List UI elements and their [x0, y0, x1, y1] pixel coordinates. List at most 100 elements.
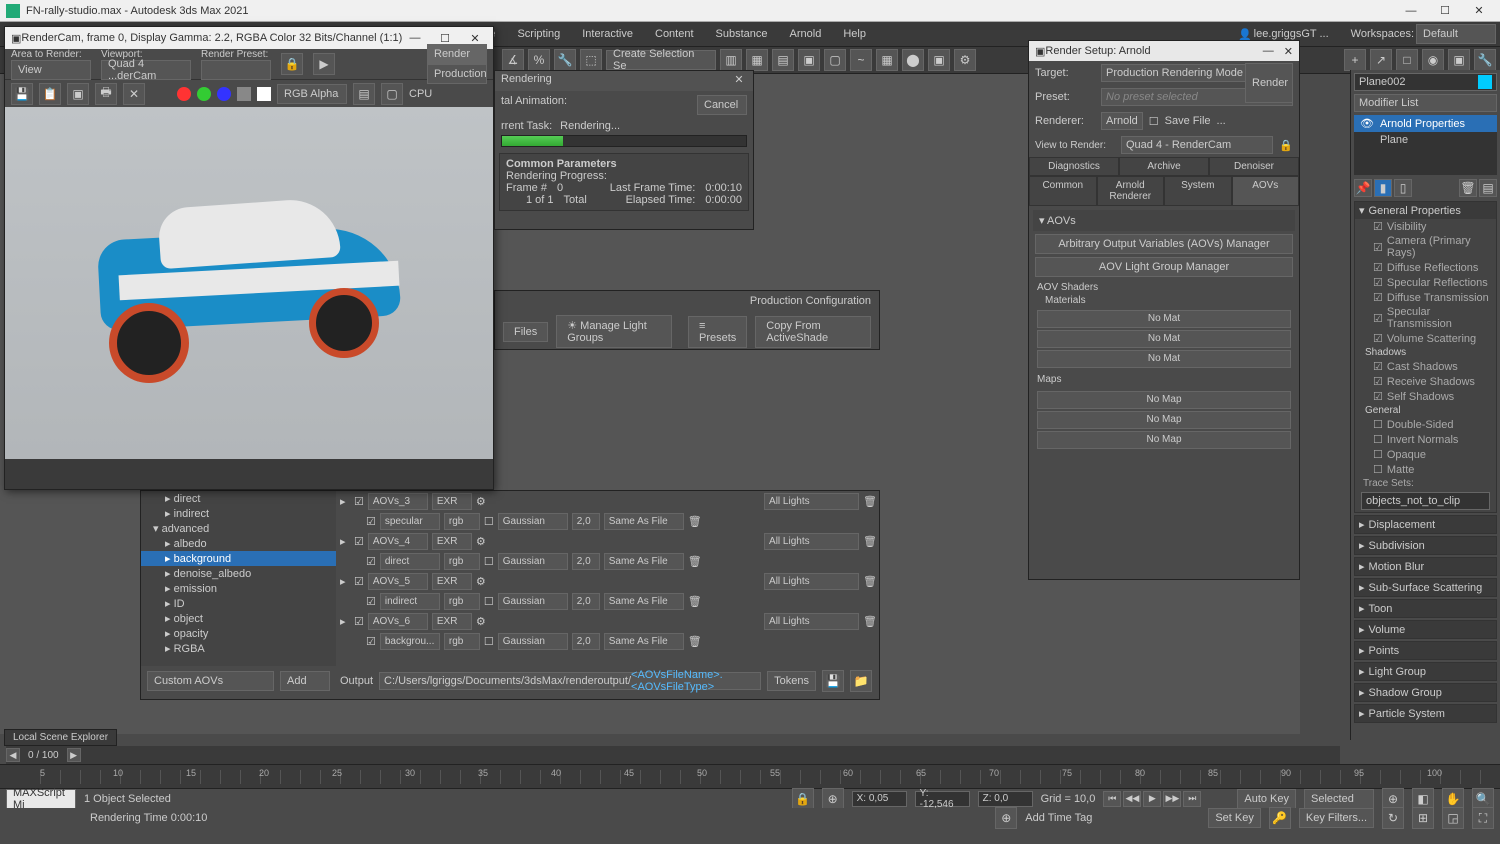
slider-prev[interactable]: ◀: [6, 748, 20, 762]
add-aov-btn[interactable]: Add: [280, 671, 330, 691]
timeline[interactable]: 5101520253035404550556065707580859095100: [0, 764, 1500, 788]
close-button[interactable]: ✕: [1464, 2, 1494, 20]
lock-icon[interactable]: 🔒: [281, 53, 303, 75]
channel-icon[interactable]: ▤: [353, 83, 375, 105]
align-icon[interactable]: ▦: [746, 49, 768, 71]
region-icon[interactable]: ▢: [381, 83, 403, 105]
angle-icon[interactable]: ∡: [502, 49, 524, 71]
copy-icon[interactable]: 📋: [39, 83, 61, 105]
rf-max[interactable]: ☐: [433, 32, 457, 45]
modifier-stack[interactable]: 👁Arnold Properties Plane: [1354, 115, 1497, 175]
menu-substance[interactable]: Substance: [706, 26, 778, 42]
r-points[interactable]: ▸ Points: [1355, 642, 1496, 659]
keyfilters-btn[interactable]: Key Filters...: [1299, 808, 1374, 828]
coord-x[interactable]: X: 0,05: [852, 791, 907, 807]
mono-dot[interactable]: [257, 87, 271, 101]
print-icon[interactable]: 🖶: [95, 83, 117, 105]
pin-icon[interactable]: 📌: [1354, 179, 1372, 197]
g-spec[interactable]: specular: [380, 513, 440, 530]
rf-render-icon[interactable]: ▶: [313, 53, 335, 75]
remove-icon[interactable]: 🗑: [1459, 179, 1477, 197]
rp-close[interactable]: ✕: [731, 73, 747, 89]
output-path[interactable]: C:/Users/lgriggs/Documents/3dsMax/render…: [379, 672, 761, 690]
rs-min[interactable]: —: [1263, 45, 1274, 57]
clear-icon[interactable]: ✕: [123, 83, 145, 105]
menu-arnold[interactable]: Arnold: [780, 26, 832, 42]
display-tab-icon[interactable]: ▣: [1448, 49, 1470, 71]
clone-icon[interactable]: ▣: [67, 83, 89, 105]
tab-common[interactable]: Common: [1029, 176, 1097, 206]
curve-icon[interactable]: ~: [850, 49, 872, 71]
viewport-dropdown[interactable]: Quad 4 ...derCam: [101, 60, 191, 80]
tab-denoiser[interactable]: Denoiser: [1209, 157, 1299, 176]
mat-slot-2[interactable]: No Mat: [1037, 330, 1291, 348]
modify-tab-icon[interactable]: ↗: [1370, 49, 1392, 71]
mirror-icon[interactable]: ▥: [720, 49, 742, 71]
nav5-icon[interactable]: ↻: [1382, 807, 1404, 829]
modlist-dropdown[interactable]: Modifier List: [1359, 97, 1418, 109]
savefile-btn[interactable]: ...: [1217, 115, 1226, 127]
red-dot[interactable]: [177, 87, 191, 101]
custom-aovs-btn[interactable]: Custom AOVs: [147, 671, 274, 691]
render-icon[interactable]: ▣: [928, 49, 950, 71]
coord-z[interactable]: Z: 0,0: [978, 791, 1033, 807]
local-scene-explorer[interactable]: Local Scene Explorer: [4, 729, 117, 746]
stack-plane[interactable]: Plane: [1380, 134, 1408, 146]
rs-render-button[interactable]: Render: [1245, 63, 1293, 103]
render-button[interactable]: Render: [427, 44, 487, 64]
tool-icon[interactable]: ▣: [798, 49, 820, 71]
mlg-btn[interactable]: ☀ Manage Light Groups: [556, 315, 672, 348]
tab-archive[interactable]: Archive: [1119, 157, 1209, 176]
snap-icon[interactable]: ⬚: [580, 49, 602, 71]
rf-min[interactable]: —: [403, 32, 427, 45]
autokey-btn[interactable]: Auto Key: [1237, 789, 1296, 809]
cancel-button[interactable]: Cancel: [697, 95, 747, 115]
time-slider[interactable]: ◀ 0 / 100 ▶: [6, 746, 1340, 764]
minimize-button[interactable]: —: [1396, 2, 1426, 20]
nextframe-icon[interactable]: ▶▶: [1163, 791, 1181, 807]
tracesets-field[interactable]: objects_not_to_clip: [1366, 495, 1460, 507]
mat-slot-1[interactable]: No Mat: [1037, 310, 1291, 328]
addtag-btn[interactable]: Add Time Tag: [1025, 812, 1092, 824]
r-sss[interactable]: ▸ Sub-Surface Scattering: [1355, 579, 1496, 596]
map-slot-1[interactable]: No Map: [1037, 391, 1291, 409]
lock-sel-icon[interactable]: 🔒: [792, 788, 814, 810]
map-slot-2[interactable]: No Map: [1037, 411, 1291, 429]
hier-tab-icon[interactable]: □: [1396, 49, 1418, 71]
save-path-icon[interactable]: 💾: [822, 670, 844, 692]
selset-dropdown[interactable]: Create Selection Se: [606, 50, 716, 70]
r-toon[interactable]: ▸ Toon: [1355, 600, 1496, 617]
r-motionblur[interactable]: ▸ Motion Blur: [1355, 558, 1496, 575]
r-displacement[interactable]: ▸ Displacement: [1355, 516, 1496, 533]
object-name[interactable]: Plane002: [1359, 76, 1406, 88]
copy-btn[interactable]: Copy From ActiveShade: [755, 316, 871, 348]
showend-icon[interactable]: ▮: [1374, 179, 1392, 197]
vtr-lock-icon[interactable]: 🔒: [1279, 139, 1293, 152]
alpha-dot[interactable]: [237, 87, 251, 101]
prod-dropdown[interactable]: Production: [427, 64, 487, 84]
vtr-dropdown[interactable]: Quad 4 - RenderCam: [1121, 136, 1273, 154]
user-label[interactable]: lee.griggsGT ...: [1254, 28, 1329, 40]
percent-icon[interactable]: %: [528, 49, 550, 71]
preset-dropdown[interactable]: [201, 60, 271, 80]
render-view[interactable]: [5, 107, 493, 459]
lg-mgr-button[interactable]: AOV Light Group Manager: [1035, 257, 1293, 277]
rf-titlebar[interactable]: ▣ RenderCam, frame 0, Display Gamma: 2.2…: [5, 27, 493, 49]
tab-diagnostics[interactable]: Diagnostics: [1029, 157, 1119, 176]
maxscript-min[interactable]: MAXScript Mi: [6, 789, 76, 809]
menu-help[interactable]: Help: [833, 26, 876, 42]
wrench-icon[interactable]: 🔧: [554, 49, 576, 71]
coord-icon[interactable]: ⊕: [822, 788, 844, 810]
workspace-dropdown[interactable]: Default: [1416, 24, 1496, 44]
rgba-dropdown[interactable]: RGB Alpha: [277, 84, 347, 104]
util-tab-icon[interactable]: 🔧: [1474, 49, 1496, 71]
matedit-icon[interactable]: ⬤: [902, 49, 924, 71]
renderset-icon[interactable]: ⚙: [954, 49, 976, 71]
menu-content[interactable]: Content: [645, 26, 704, 42]
folder-icon[interactable]: 📁: [850, 670, 872, 692]
config-icon[interactable]: ▤: [1479, 179, 1497, 197]
menu-scripting[interactable]: Scripting: [507, 26, 570, 42]
unique-icon[interactable]: ▯: [1394, 179, 1412, 197]
prevframe-icon[interactable]: ◀◀: [1123, 791, 1141, 807]
r-particle[interactable]: ▸ Particle System: [1355, 705, 1496, 722]
